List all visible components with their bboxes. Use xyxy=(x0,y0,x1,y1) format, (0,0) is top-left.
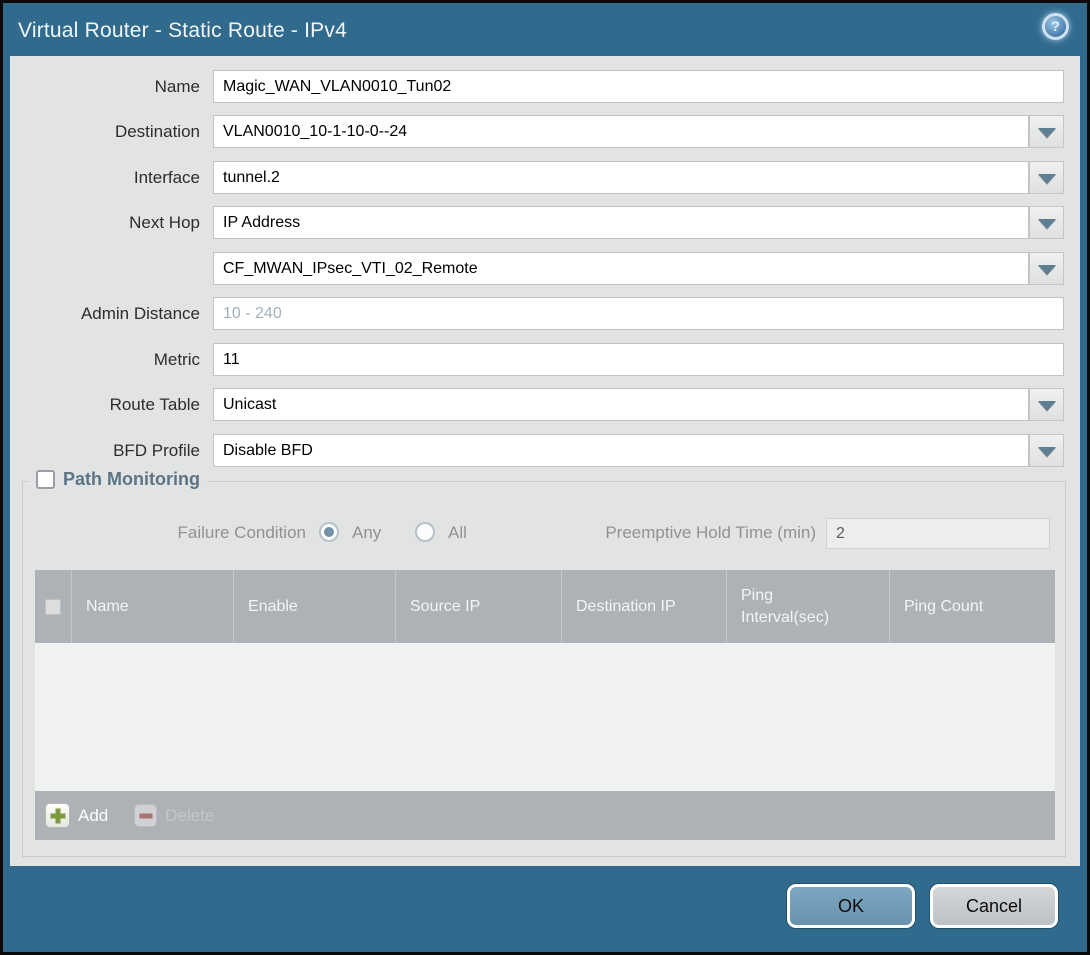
field-row-next-hop: Next Hop xyxy=(10,206,1080,239)
field-row-destination: Destination xyxy=(10,115,1080,148)
field-row-bfd-profile: BFD Profile xyxy=(10,434,1080,467)
interface-input[interactable] xyxy=(213,161,1029,194)
route-table-dropdown-button[interactable] xyxy=(1029,388,1064,421)
table-header-row: Name Enable Source IP Destination IP Pin… xyxy=(35,570,1055,643)
column-header-ping-count[interactable]: Ping Count xyxy=(890,570,1055,643)
destination-input[interactable] xyxy=(213,115,1029,148)
next-hop-type-dropdown-button[interactable] xyxy=(1029,206,1064,239)
minus-icon xyxy=(134,804,157,827)
chevron-down-icon xyxy=(1038,401,1056,411)
path-monitoring-group: Path Monitoring Failure Condition Any Al… xyxy=(22,481,1066,857)
interface-dropdown-button[interactable] xyxy=(1029,161,1064,194)
delete-button[interactable]: Delete xyxy=(134,804,214,827)
preemptive-hold-time-label: Preemptive Hold Time (min) xyxy=(543,517,816,548)
route-table-label: Route Table xyxy=(10,388,200,421)
next-hop-type-input[interactable] xyxy=(213,206,1029,239)
failure-condition-any-label: Any xyxy=(352,517,381,548)
column-header-destination-ip[interactable]: Destination IP xyxy=(562,570,727,643)
help-icon[interactable]: ? xyxy=(1042,13,1069,40)
field-row-interface: Interface xyxy=(10,161,1080,194)
preemptive-hold-time-input[interactable] xyxy=(826,518,1050,549)
select-all-checkbox[interactable] xyxy=(45,599,61,615)
path-monitoring-title: Path Monitoring xyxy=(63,469,200,490)
ok-button[interactable]: OK xyxy=(787,884,915,928)
next-hop-address-dropdown-button[interactable] xyxy=(1029,252,1064,285)
cancel-button[interactable]: Cancel xyxy=(930,884,1058,928)
metric-label: Metric xyxy=(10,343,200,376)
interface-label: Interface xyxy=(10,161,200,194)
column-header-enable[interactable]: Enable xyxy=(234,570,396,643)
column-header-source-ip[interactable]: Source IP xyxy=(396,570,562,643)
path-monitoring-legend: Path Monitoring xyxy=(29,469,207,490)
radio-dot xyxy=(324,527,334,537)
name-label: Name xyxy=(10,70,200,103)
add-button[interactable]: Add xyxy=(45,803,108,828)
next-hop-address-input[interactable] xyxy=(213,252,1029,285)
table-footer-bar: Add Delete xyxy=(35,791,1055,840)
form-panel: Name Destination Interface Next Hop xyxy=(10,56,1080,866)
failure-condition-label: Failure Condition xyxy=(23,517,306,548)
admin-distance-label: Admin Distance xyxy=(10,297,200,330)
chevron-down-icon xyxy=(1038,265,1056,275)
path-monitoring-checkbox[interactable] xyxy=(36,470,55,489)
bfd-profile-dropdown-button[interactable] xyxy=(1029,434,1064,467)
failure-condition-any-radio[interactable] xyxy=(319,522,339,542)
dialog-title: Virtual Router - Static Route - IPv4 xyxy=(18,19,347,43)
destination-dropdown-button[interactable] xyxy=(1029,115,1064,148)
path-monitoring-table: Name Enable Source IP Destination IP Pin… xyxy=(35,570,1055,840)
field-row-metric: Metric xyxy=(10,343,1080,376)
failure-condition-all-radio[interactable] xyxy=(415,522,435,542)
plus-icon xyxy=(45,803,70,828)
chevron-down-icon xyxy=(1038,128,1056,138)
chevron-down-icon xyxy=(1038,219,1056,229)
chevron-down-icon xyxy=(1038,447,1056,457)
field-row-next-hop-address xyxy=(10,252,1080,285)
admin-distance-input[interactable] xyxy=(213,297,1064,330)
destination-label: Destination xyxy=(10,115,200,148)
bfd-profile-input[interactable] xyxy=(213,434,1029,467)
table-body-empty xyxy=(35,643,1055,791)
field-row-route-table: Route Table xyxy=(10,388,1080,421)
field-row-admin-distance: Admin Distance xyxy=(10,297,1080,330)
chevron-down-icon xyxy=(1038,174,1056,184)
column-header-name[interactable]: Name xyxy=(72,570,234,643)
column-header-ping-interval[interactable]: Ping Interval(sec) xyxy=(727,570,890,643)
metric-input[interactable] xyxy=(213,343,1064,376)
dialog-virtual-router-static-route: Virtual Router - Static Route - IPv4 ? N… xyxy=(0,0,1090,955)
route-table-input[interactable] xyxy=(213,388,1029,421)
failure-condition-all-label: All xyxy=(448,517,467,548)
bfd-profile-label: BFD Profile xyxy=(10,434,200,467)
field-row-name: Name xyxy=(10,70,1080,103)
next-hop-label: Next Hop xyxy=(10,206,200,239)
name-input[interactable] xyxy=(213,70,1064,103)
table-header-checkbox-cell xyxy=(35,570,72,643)
